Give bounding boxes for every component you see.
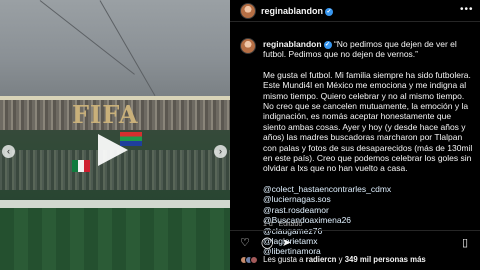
media-sky [0, 0, 230, 98]
post-header: reginablandon ✓ ••• [230, 0, 480, 22]
mention-link[interactable]: @rast.rosdeamor [263, 205, 475, 215]
flag-icon [72, 160, 90, 172]
avatar[interactable] [240, 38, 256, 54]
likes-summary[interactable]: Les gusta a radiercn y 349 mil personas … [240, 255, 426, 264]
caption-username[interactable]: reginablandon [263, 39, 322, 49]
play-icon[interactable] [98, 134, 128, 166]
post-author[interactable]: reginablandon ✓ [261, 6, 334, 16]
caption-body: Me gusta el futbol. Mi familia siempre h… [263, 69, 473, 174]
more-options-icon[interactable]: ••• [460, 4, 474, 15]
mention-link[interactable]: @colect_hastaencontrarles_cdmx [263, 184, 475, 194]
post-time[interactable]: 1 d [263, 221, 273, 228]
carousel-dots [0, 262, 230, 270]
media-field [0, 208, 230, 270]
verified-badge-icon: ✓ [325, 7, 334, 16]
caption-quote-block: reginablandon ✓ “No pedimos que dejen de … [263, 39, 475, 60]
carousel-prev-button[interactable]: ‹ [2, 145, 15, 158]
likes-prefix: Les gusta a [263, 255, 304, 264]
save-icon[interactable]: ▯ [462, 238, 468, 249]
likes-count[interactable]: 349 mil personas más [345, 255, 426, 264]
edited-label: Editado [278, 221, 303, 228]
post-media-video[interactable]: FIFA ‹ › [0, 0, 230, 270]
author-username[interactable]: reginablandon [261, 6, 323, 16]
carousel-next-button[interactable]: › [214, 145, 227, 158]
action-bar: ♡ ◯ ➤ ▯ [230, 230, 480, 252]
post-details-panel: reginablandon ✓ ••• reginablandon ✓ “No pe… [230, 0, 480, 270]
like-icon[interactable]: ♡ [240, 238, 250, 249]
fifa-banner-text: FIFA [72, 100, 139, 129]
verified-badge-icon: ✓ [323, 40, 332, 49]
media-ad-banner [0, 200, 230, 208]
post-meta: 1 d Editado [263, 221, 302, 228]
avatar[interactable] [240, 3, 256, 19]
mention-link[interactable]: @luciernagas.sos [263, 194, 475, 204]
share-icon[interactable]: ➤ [282, 238, 291, 249]
comment-icon[interactable]: ◯ [261, 238, 273, 249]
liker-avatar [250, 255, 258, 264]
liker-username[interactable]: radiercn [306, 255, 337, 264]
likes-middle: y [338, 255, 343, 264]
